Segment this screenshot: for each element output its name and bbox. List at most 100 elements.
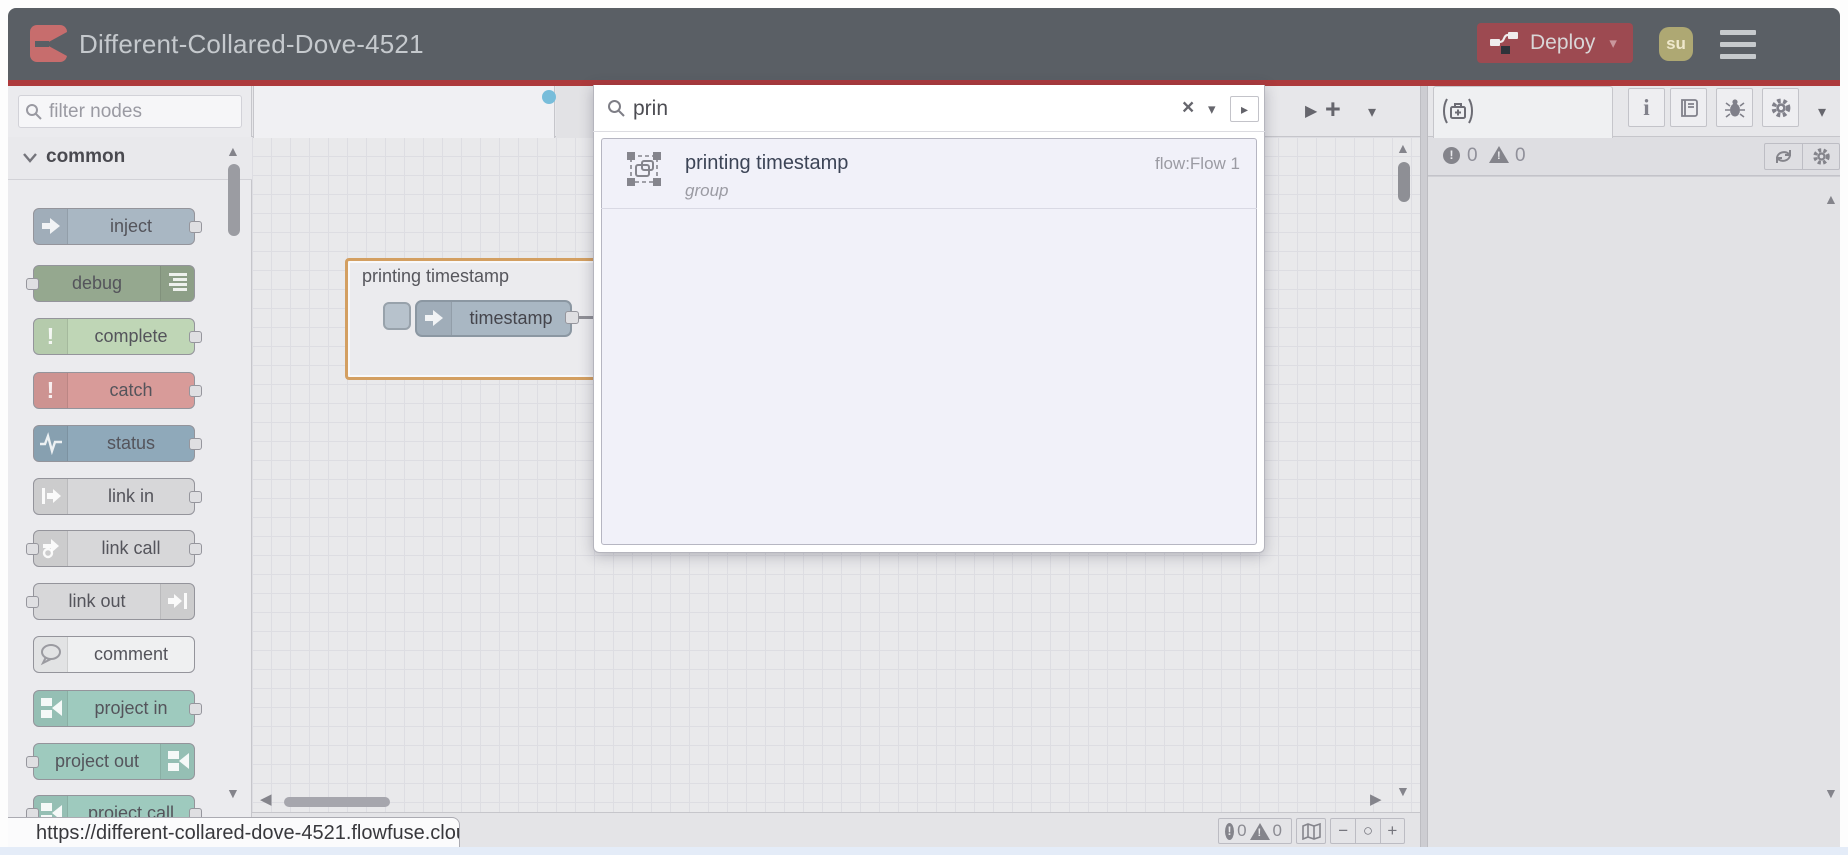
search-result-title: printing timestamp (685, 152, 849, 174)
palette-node-label: project out (54, 751, 140, 771)
palette-node-label: link call (101, 538, 161, 558)
tab-dirty-indicator (542, 90, 556, 104)
menu-bar (1720, 30, 1756, 35)
tab-scroll-right-icon[interactable]: ▶ (1305, 101, 1317, 121)
lint-warning-count: 0 (1515, 145, 1526, 166)
inject-icon (34, 209, 68, 244)
warning-badge-icon: ! (1249, 822, 1270, 840)
canvas-scroll-left-icon[interactable]: ◀ (260, 792, 272, 807)
lint-refresh-button[interactable] (1765, 144, 1802, 169)
output-port (189, 438, 202, 450)
error-badge-icon: ! (1443, 147, 1460, 164)
palette-node-link-out[interactable]: link out (26, 583, 195, 620)
zoom-reset-button[interactable]: ○ (1355, 819, 1379, 843)
palette-category-label: common (46, 146, 126, 167)
palette-filter-input[interactable] (18, 95, 242, 128)
output-port (189, 331, 202, 343)
search-options-button[interactable]: ▸ (1230, 96, 1259, 122)
palette-node-catch[interactable]: ! catch (33, 372, 202, 409)
zoom-controls: − ○ + (1330, 818, 1405, 844)
palette-node-debug[interactable]: debug (26, 265, 195, 302)
palette-scrollbar-thumb[interactable] (228, 164, 240, 236)
node-label: timestamp (469, 308, 553, 328)
palette-node-project-out[interactable]: project out (26, 743, 195, 780)
palette-node-status[interactable]: status (33, 425, 202, 462)
deploy-button-label: Deploy (1530, 31, 1596, 54)
search-clear-icon[interactable]: × (1182, 96, 1194, 120)
search-history-caret-icon[interactable]: ▾ (1208, 100, 1216, 118)
input-port (26, 596, 39, 608)
sidebar-scroll-down-icon[interactable]: ▼ (1824, 786, 1838, 800)
palette-node-label: complete (94, 326, 168, 346)
palette-node-link-call[interactable]: link call (26, 530, 202, 567)
canvas-scroll-up-icon[interactable]: ▲ (1396, 141, 1410, 155)
menu-bar (1720, 42, 1756, 47)
lint-error-count: 0 (1467, 145, 1478, 166)
palette-scroll-up-icon[interactable]: ▲ (226, 144, 240, 158)
chevron-down-icon (23, 153, 37, 163)
palette-node-label: inject (109, 216, 153, 236)
sidebar-help-button[interactable] (1670, 88, 1707, 127)
deploy-button[interactable]: Deploy ▾ (1477, 23, 1633, 63)
link-in-icon (34, 479, 68, 514)
main-menu-button[interactable] (1720, 30, 1756, 59)
sidebar-debug-button[interactable] (1716, 88, 1753, 127)
gear-icon (1771, 98, 1790, 118)
search-input[interactable] (633, 92, 1173, 126)
output-port (189, 221, 202, 233)
zoom-out-button[interactable]: − (1331, 819, 1355, 843)
canvas-hscrollbar-thumb[interactable] (284, 797, 390, 807)
instance-title: Different-Collared-Dove-4521 (79, 29, 424, 59)
palette-node-label: debug (71, 273, 123, 293)
canvas-vscrollbar-thumb[interactable] (1398, 162, 1410, 202)
output-port (189, 491, 202, 503)
status-icon (34, 426, 68, 461)
palette-node-label: link in (107, 486, 155, 506)
book-icon (1680, 99, 1698, 117)
sidebar-scroll-up-icon[interactable]: ▲ (1824, 192, 1838, 206)
palette-node-label: comment (93, 644, 169, 664)
input-port (26, 278, 39, 290)
map-icon (1301, 822, 1321, 840)
canvas-issues-button[interactable]: ! 0 ! 0 (1218, 818, 1292, 844)
palette-panel (8, 86, 252, 848)
palette-node-inject[interactable]: inject (33, 208, 202, 245)
palette-category-common[interactable] (8, 137, 252, 180)
palette-node-link-in[interactable]: link in (33, 478, 202, 515)
lint-settings-button[interactable] (1802, 144, 1839, 169)
add-flow-button[interactable]: + (1325, 94, 1341, 125)
refresh-icon (1776, 150, 1791, 163)
group-icon (627, 152, 661, 186)
sidebar-resize-handle[interactable] (1420, 86, 1428, 848)
flow-list-caret-icon[interactable]: ▾ (1368, 102, 1376, 122)
navigator-button[interactable] (1296, 818, 1326, 844)
complete-icon: ! (34, 319, 68, 354)
user-avatar[interactable]: su (1659, 27, 1693, 61)
flowfuse-logo-icon (30, 25, 67, 62)
sidebar-info-button[interactable]: i (1628, 88, 1665, 127)
window-bottom-edge (0, 847, 1848, 855)
node-output-port[interactable] (565, 311, 579, 324)
palette-node-comment[interactable]: comment (33, 636, 195, 673)
palette-node-complete[interactable]: ! complete (33, 318, 202, 355)
sidebar-config-button[interactable] (1762, 88, 1799, 127)
canvas-scroll-right-icon[interactable]: ▶ (1370, 792, 1382, 807)
canvas-scroll-down-icon[interactable]: ▼ (1396, 784, 1410, 798)
project-out-icon (160, 744, 194, 779)
lint-icon (1443, 98, 1473, 124)
menu-bar (1720, 54, 1756, 59)
inject-node-button[interactable] (383, 302, 411, 330)
zoom-in-button[interactable]: + (1379, 819, 1404, 843)
deploy-options-caret-icon[interactable]: ▾ (1609, 34, 1617, 52)
palette-node-project-in[interactable]: project in (33, 690, 202, 727)
browser-status-url: https://different-collared-dove-4521.flo… (8, 817, 460, 848)
group-label: printing timestamp (362, 266, 510, 286)
sidebar-menu-caret-icon[interactable]: ▾ (1818, 102, 1826, 122)
search-icon (608, 100, 625, 117)
inject-node-timestamp[interactable]: timestamp (415, 300, 572, 337)
tab-flow1[interactable] (253, 86, 555, 138)
palette-node-label: project in (94, 698, 168, 718)
palette-scroll-down-icon[interactable]: ▼ (226, 786, 240, 800)
input-port (26, 756, 39, 768)
catch-icon: ! (34, 373, 68, 408)
